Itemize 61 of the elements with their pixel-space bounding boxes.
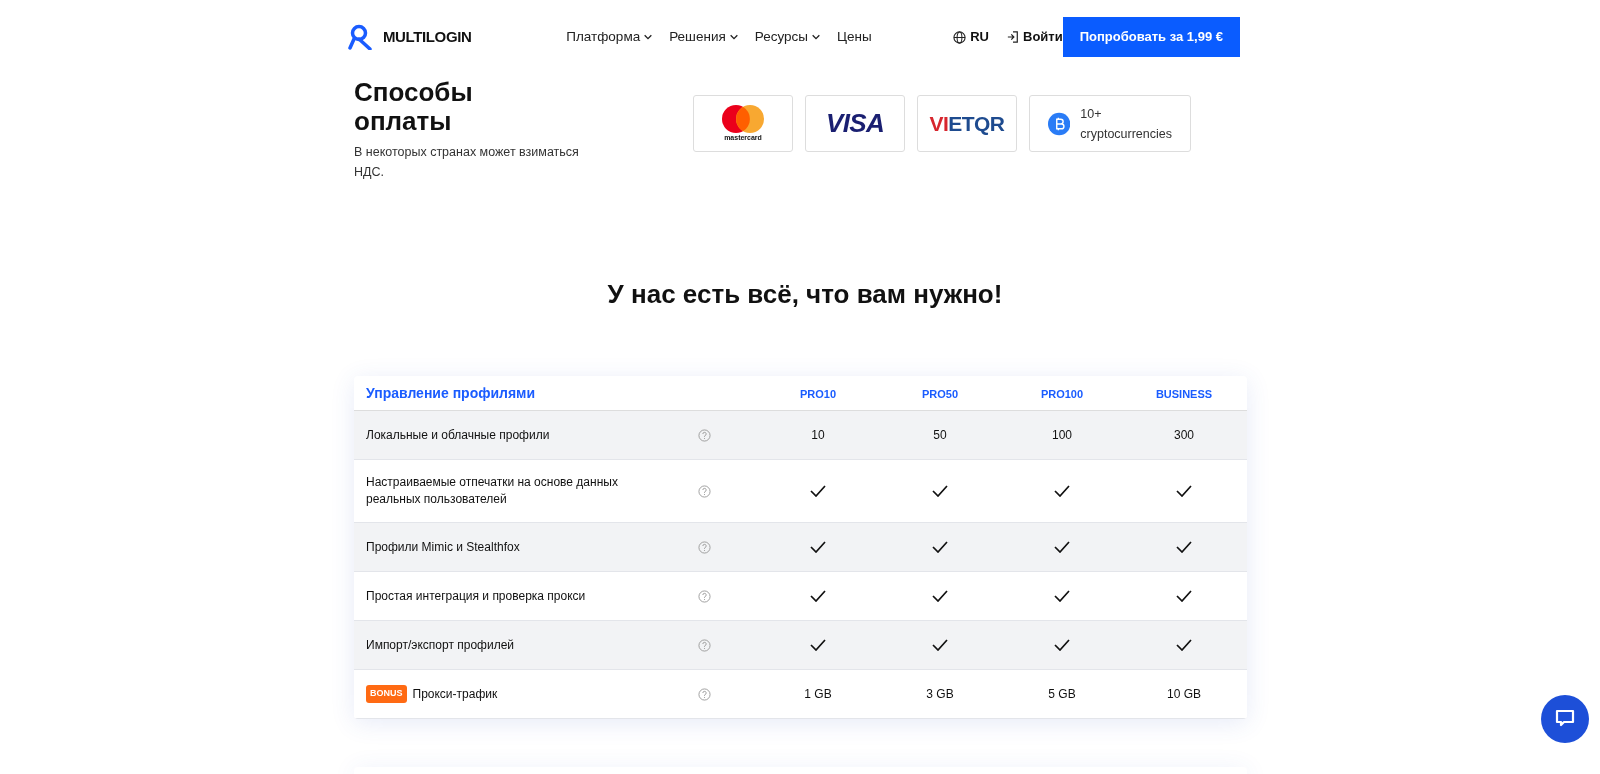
feature-label: Локальные и облачные профили — [366, 426, 551, 444]
logo-text[interactable]: MULTILOGIN — [383, 25, 472, 49]
help-icon — [698, 687, 711, 701]
check-icon — [1176, 639, 1192, 651]
feature-label: Настраиваемые отпечатки на основе данных реальных пользователей — [366, 474, 619, 508]
table-cell-text: 300 — [1174, 427, 1194, 444]
check-icon — [810, 541, 826, 553]
table-title: Управление профилями — [366, 385, 536, 401]
check-icon — [932, 590, 948, 602]
feature-label: Импорт/экспорт профилей — [366, 636, 515, 654]
table-cell-text: 10 GB — [1167, 686, 1201, 703]
help-icon — [698, 638, 711, 652]
feature-label: Простая интеграция и проверка прокси — [366, 587, 587, 605]
check-icon — [1176, 590, 1192, 602]
bonus-badge: BONUS — [366, 685, 407, 703]
table-cell-text: 5 GB — [1048, 686, 1076, 703]
crypto-label: 10+ cryptocurrencies — [1080, 105, 1172, 143]
mastercard-logo-icon — [719, 103, 767, 134]
check-icon — [810, 485, 826, 497]
check-icon — [1054, 485, 1070, 497]
table-cell-text: 10 — [811, 427, 825, 444]
check-icon — [1176, 485, 1192, 497]
nav-link[interactable]: Ресурсы — [754, 26, 821, 48]
help-icon — [698, 589, 711, 603]
table-cell-text: 3 GB — [926, 686, 954, 703]
check-icon — [810, 639, 826, 651]
feature-label: Прокси-трафик — [412, 685, 499, 703]
feature-label: Профили Mimic и Stealthfox — [366, 538, 521, 556]
check-icon — [1054, 590, 1070, 602]
check-icon — [810, 590, 826, 602]
cta-button[interactable]: Попробовать за 1,99 € — [1062, 17, 1240, 57]
login-link[interactable]: Войти — [1007, 27, 1063, 47]
table-cell-text: 1 GB — [804, 686, 832, 703]
plan-column-header: PRO50 — [921, 388, 959, 400]
check-icon — [932, 639, 948, 651]
check-icon — [932, 541, 948, 553]
help-icon — [698, 484, 711, 498]
plan-column-header: BUSINESS — [1155, 388, 1213, 400]
visa-logo-text: VISA — [825, 107, 885, 140]
check-icon — [1176, 541, 1192, 553]
plan-column-header: PRO10 — [799, 388, 837, 400]
check-icon — [1054, 541, 1070, 553]
plan-column-header: PRO100 — [1040, 388, 1084, 400]
check-icon — [1054, 639, 1070, 651]
vat-note: В некоторых странах может взиматься НДС. — [354, 144, 580, 181]
section-heading: У нас есть всё, что вам нужно! — [606, 278, 1004, 311]
nav-link[interactable]: Цены — [837, 26, 872, 48]
help-icon — [698, 540, 711, 554]
globe-icon — [953, 30, 967, 44]
language-link[interactable]: RU — [953, 27, 989, 47]
nav-link[interactable]: Платформа — [566, 26, 654, 48]
logo-icon — [348, 24, 374, 50]
nav-link[interactable]: Решения — [669, 26, 739, 48]
section-title: Способы оплаты — [354, 78, 474, 136]
help-icon — [698, 428, 711, 442]
table-cell-text: 50 — [933, 427, 947, 444]
vietqr-logo-text: VIETQR — [929, 110, 1005, 137]
table-cell-text: 100 — [1052, 427, 1072, 444]
login-icon — [1007, 31, 1019, 43]
chat-button[interactable] — [1541, 695, 1589, 743]
check-icon — [932, 485, 948, 497]
